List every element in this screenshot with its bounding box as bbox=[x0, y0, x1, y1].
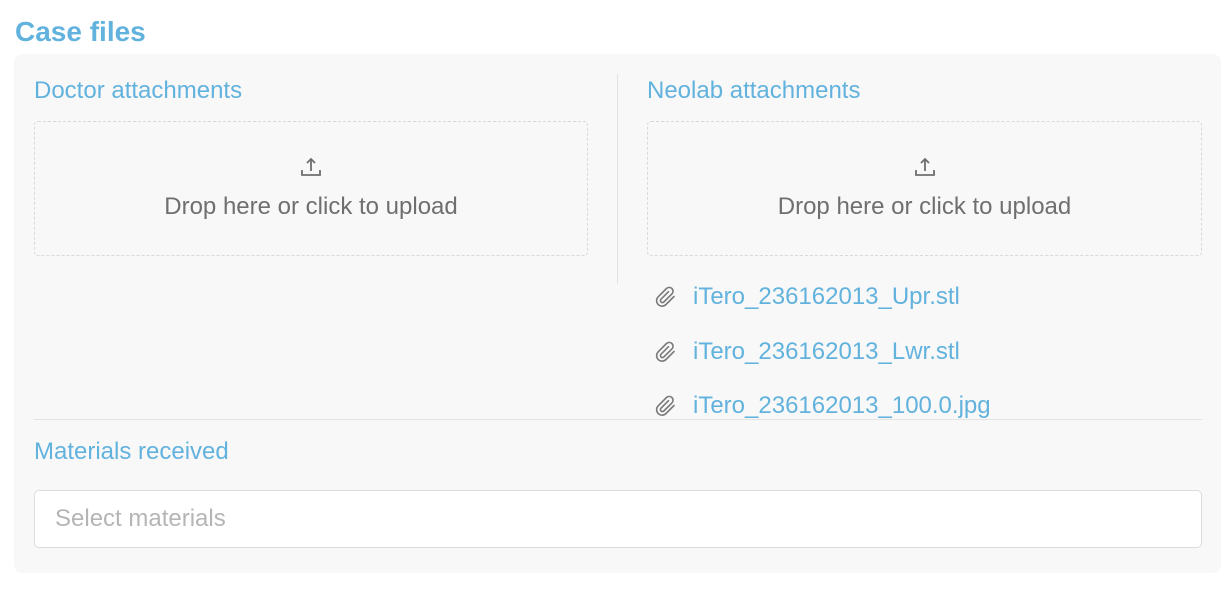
section-divider bbox=[34, 419, 1202, 420]
paperclip-icon bbox=[654, 394, 678, 418]
case-files-panel: Doctor attachments Drop here or click to… bbox=[14, 54, 1221, 573]
paperclip-icon bbox=[654, 285, 678, 309]
materials-select[interactable] bbox=[34, 490, 1202, 548]
doctor-attachments-heading: Doctor attachments bbox=[34, 77, 243, 104]
neolab-file-list: iTero_236162013_Upr.stl iTero_236162013_… bbox=[654, 270, 991, 434]
materials-received-heading: Materials received bbox=[34, 438, 229, 465]
section-title: Case files bbox=[15, 16, 146, 47]
doctor-dropzone-text: Drop here or click to upload bbox=[164, 193, 458, 220]
file-link[interactable]: iTero_236162013_Lwr.stl bbox=[693, 337, 960, 367]
file-link[interactable]: iTero_236162013_100.0.jpg bbox=[693, 391, 991, 421]
file-list-item: iTero_236162013_100.0.jpg bbox=[654, 379, 991, 434]
neolab-attachments-heading: Neolab attachments bbox=[647, 77, 861, 104]
column-divider bbox=[617, 74, 618, 284]
file-list-item: iTero_236162013_Lwr.stl bbox=[654, 325, 991, 380]
neolab-upload-dropzone[interactable]: Drop here or click to upload bbox=[647, 121, 1202, 256]
file-list-item: iTero_236162013_Upr.stl bbox=[654, 270, 991, 325]
upload-icon bbox=[300, 156, 322, 178]
file-link[interactable]: iTero_236162013_Upr.stl bbox=[693, 282, 960, 312]
neolab-dropzone-text: Drop here or click to upload bbox=[777, 193, 1072, 220]
paperclip-icon bbox=[654, 340, 678, 364]
upload-icon bbox=[914, 156, 936, 178]
doctor-upload-dropzone[interactable]: Drop here or click to upload bbox=[34, 121, 588, 256]
